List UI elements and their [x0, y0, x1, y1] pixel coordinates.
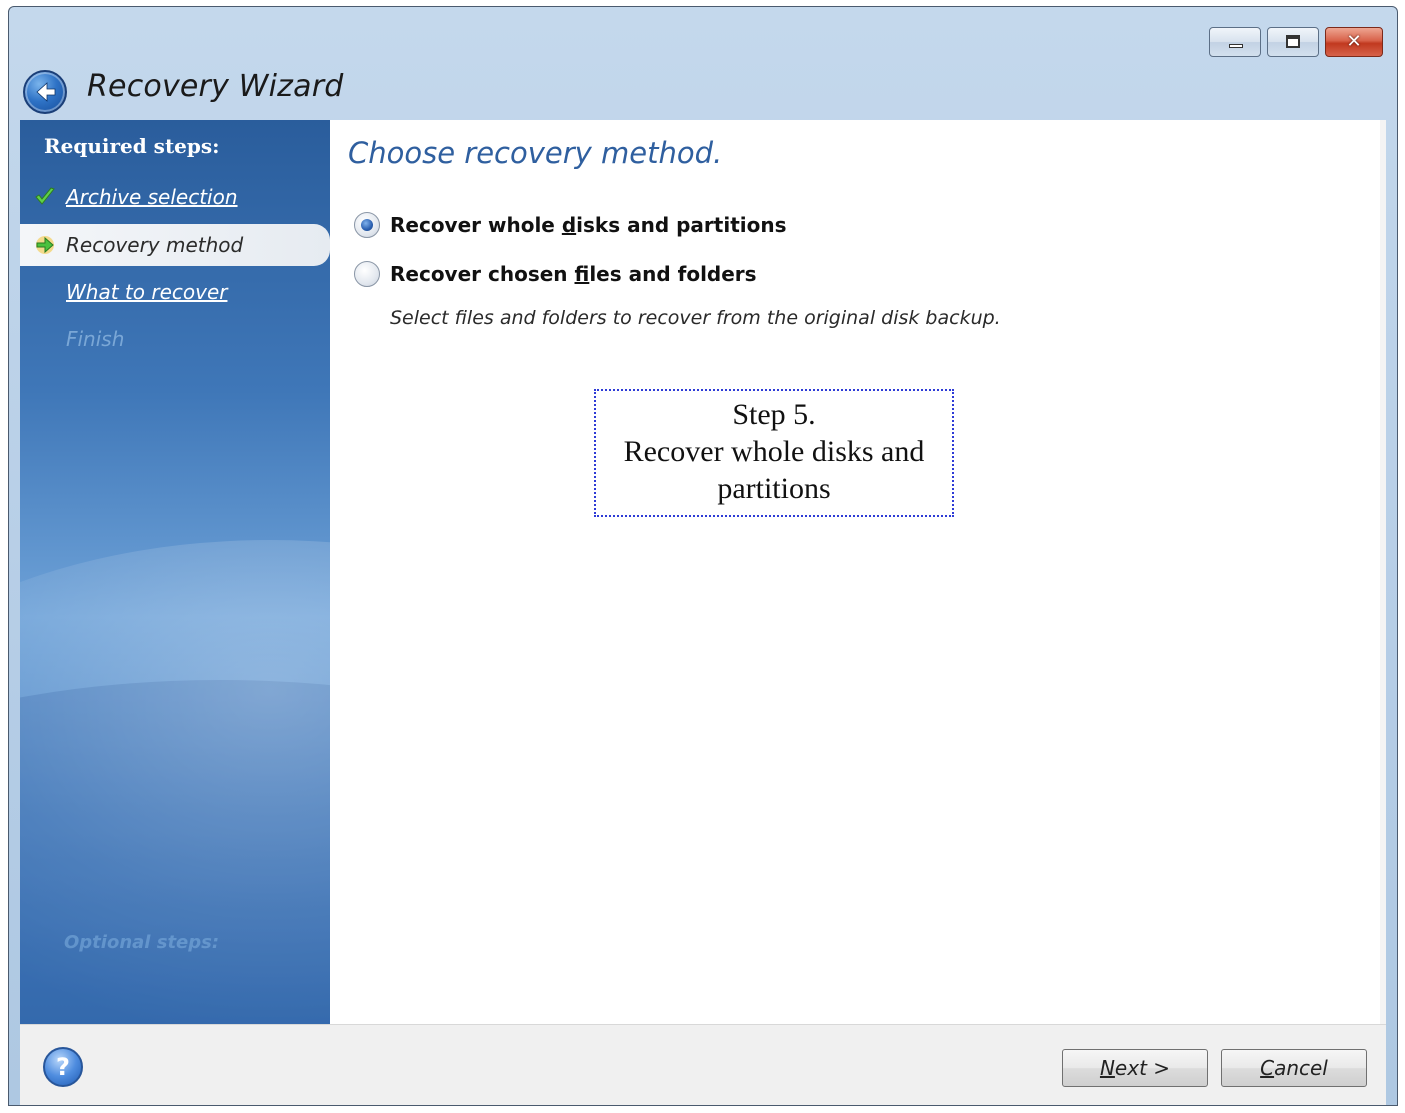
sidebar-step-label: Finish [66, 327, 125, 351]
option-label-accelerator: d [561, 213, 577, 237]
option-description: Select files and folders to recover from… [390, 307, 1001, 329]
main-content: Choose recovery method. Recover whole di… [330, 120, 1386, 1024]
required-steps-heading: Required steps: [44, 134, 220, 158]
scrollbar[interactable] [1380, 120, 1386, 1024]
sidebar-step-label: What to recover [66, 280, 228, 304]
option-label: Recover chosen files and folders [390, 262, 757, 286]
checkmark-icon [35, 187, 55, 205]
option-label: Recover whole disks and partitions [390, 213, 787, 237]
sidebar-step-archive-selection[interactable]: Archive selection [20, 176, 330, 218]
minimize-icon [1229, 44, 1243, 48]
wizard-sidebar: Required steps: Archive selection Recove… [20, 120, 330, 1024]
next-button[interactable]: Next > [1062, 1049, 1208, 1087]
option-label-part: iles and folders [589, 262, 757, 286]
cancel-button[interactable]: Cancel [1221, 1049, 1367, 1087]
window-controls: ✕ [1209, 27, 1383, 57]
recovery-wizard-window: Recovery Wizard ✕ Required steps: Archiv… [8, 6, 1398, 1106]
maximize-icon [1286, 35, 1300, 48]
title-bar: Recovery Wizard ✕ [9, 7, 1397, 119]
annotation-line: partitions [717, 472, 831, 505]
optional-steps-heading: Optional steps: [64, 932, 220, 953]
annotation-line: Recover whole disks and [623, 435, 925, 468]
cancel-accelerator: C [1260, 1056, 1275, 1080]
next-label: ext > [1114, 1056, 1171, 1080]
page-title: Choose recovery method. [348, 136, 723, 170]
wizard-footer: ? Next > Cancel [20, 1024, 1386, 1105]
help-icon[interactable]: ? [43, 1047, 83, 1087]
sidebar-step-finish: Finish [20, 318, 330, 360]
radio-button-checked[interactable] [354, 212, 380, 238]
help-glyph: ? [56, 1053, 70, 1081]
sidebar-step-label: Archive selection [66, 185, 238, 209]
annotation-line: Step 5. [732, 398, 816, 431]
option-chosen-files[interactable]: Recover chosen files and folders [354, 261, 757, 287]
option-label-part: Recover chosen [390, 262, 575, 286]
option-label-part: isks and partitions [576, 213, 787, 237]
minimize-button[interactable] [1209, 27, 1261, 57]
close-icon: ✕ [1346, 31, 1362, 52]
sidebar-step-what-to-recover[interactable]: What to recover [20, 271, 330, 313]
option-whole-disks[interactable]: Recover whole disks and partitions [354, 212, 787, 238]
maximize-button[interactable] [1267, 27, 1319, 57]
window-title: Recovery Wizard [87, 69, 344, 104]
back-arrow-icon[interactable] [23, 70, 67, 114]
option-label-part: Recover whole [390, 213, 562, 237]
close-button[interactable]: ✕ [1325, 27, 1383, 57]
sidebar-step-label: Recovery method [66, 233, 244, 257]
arrow-right-icon [36, 236, 54, 254]
sidebar-step-recovery-method[interactable]: Recovery method [20, 224, 330, 266]
cancel-label: ancel [1274, 1056, 1328, 1080]
step-annotation-box: Step 5. Recover whole disks and partitio… [594, 389, 954, 517]
option-label-accelerator: f [574, 262, 590, 286]
radio-button-unchecked[interactable] [354, 261, 380, 287]
next-accelerator: N [1099, 1056, 1115, 1080]
